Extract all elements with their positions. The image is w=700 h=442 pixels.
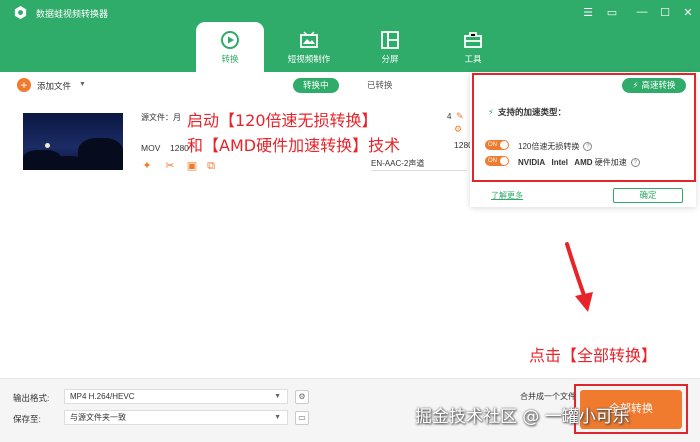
feedback-icon[interactable]: ▭ bbox=[604, 4, 620, 20]
split-screen-icon bbox=[381, 31, 399, 49]
edit-subtitle-icon[interactable]: ▣ bbox=[186, 160, 198, 172]
output-format-label: 输出格式: bbox=[13, 393, 50, 403]
save-location-value: 与源文件夹一致 bbox=[70, 413, 126, 422]
output-format-select[interactable]: MP4 H.264/HEVC ▼ bbox=[64, 389, 288, 404]
title-bar: 数据蛙视频转换器 ☰ ▭ — ☐ ✕ 转换 短视频制作 分屏 工具 bbox=[0, 0, 700, 72]
tab-label: 短视频制作 bbox=[287, 54, 331, 64]
annotation-click-convert: 点击【全部转换】 bbox=[529, 346, 658, 365]
highlight-box-popup bbox=[472, 73, 696, 182]
chevron-down-icon: ▼ bbox=[274, 414, 281, 421]
crop-icon[interactable]: ⧉ bbox=[205, 160, 217, 172]
tree-silhouette bbox=[78, 138, 123, 170]
close-icon[interactable]: ✕ bbox=[680, 4, 696, 20]
folder-icon[interactable]: ▭ bbox=[295, 411, 309, 425]
format-settings-icon[interactable]: ⚙ bbox=[295, 390, 309, 404]
annotation-enable-lossless: 启动【120倍速无损转换】 bbox=[187, 111, 378, 130]
chevron-down-icon[interactable]: ▼ bbox=[79, 81, 86, 88]
source-format: MOV bbox=[141, 143, 161, 153]
convert-icon bbox=[221, 31, 239, 49]
video-maker-icon bbox=[300, 31, 318, 48]
chevron-down-icon: ▼ bbox=[274, 393, 281, 400]
audio-track-select[interactable]: EN-AAC-2声道 bbox=[371, 157, 467, 171]
tab-label: 工具 bbox=[464, 54, 482, 64]
tab-label: 转换 bbox=[221, 54, 239, 64]
tab-video-maker[interactable]: 短视频制作 bbox=[275, 22, 343, 72]
video-thumbnail[interactable] bbox=[23, 113, 123, 170]
save-location-select[interactable]: 与源文件夹一致 ▼ bbox=[64, 410, 288, 425]
moon-shape bbox=[45, 143, 50, 148]
add-file-button[interactable]: 添加文件 bbox=[37, 80, 71, 92]
tab-converting[interactable]: 转换中 bbox=[293, 78, 339, 93]
magic-wand-icon[interactable]: ✦ bbox=[141, 160, 153, 172]
tab-split-screen[interactable]: 分屏 bbox=[356, 22, 424, 72]
output-count: 4 bbox=[447, 112, 452, 121]
toolbox-icon bbox=[464, 32, 482, 48]
tab-tools[interactable]: 工具 bbox=[439, 22, 507, 72]
pencil-icon[interactable]: ✎ bbox=[456, 111, 464, 122]
source-file-label: 源文件：月 bbox=[141, 113, 181, 122]
annotation-enable-amd: 和【AMD硬件加速转换】技术 bbox=[187, 136, 401, 155]
output-settings-icon[interactable]: ⚙ bbox=[454, 124, 462, 135]
tab-label: 分屏 bbox=[381, 54, 399, 64]
scissors-icon[interactable]: ✂ bbox=[164, 160, 176, 172]
minimize-icon[interactable]: — bbox=[634, 4, 650, 20]
tab-convert[interactable]: 转换 bbox=[196, 22, 264, 72]
merge-files-label[interactable]: 合并成一个文件 bbox=[520, 391, 576, 402]
app-title: 数据蛙视频转换器 bbox=[36, 9, 109, 19]
menu-icon[interactable]: ☰ bbox=[580, 4, 596, 20]
learn-more-link[interactable]: 了解更多 bbox=[491, 190, 523, 201]
watermark: 掘金技术社区 @ 一罐小可乐 bbox=[415, 407, 630, 427]
save-to-label: 保存至: bbox=[13, 414, 41, 424]
app-logo-icon bbox=[14, 5, 27, 20]
add-file-icon[interactable]: + bbox=[17, 78, 31, 92]
tab-converted[interactable]: 已转换 bbox=[357, 78, 403, 93]
output-format-value: MP4 H.264/HEVC bbox=[70, 392, 135, 401]
maximize-icon[interactable]: ☐ bbox=[657, 4, 673, 20]
red-arrow-icon bbox=[565, 242, 593, 312]
confirm-button[interactable]: 确定 bbox=[613, 188, 683, 203]
